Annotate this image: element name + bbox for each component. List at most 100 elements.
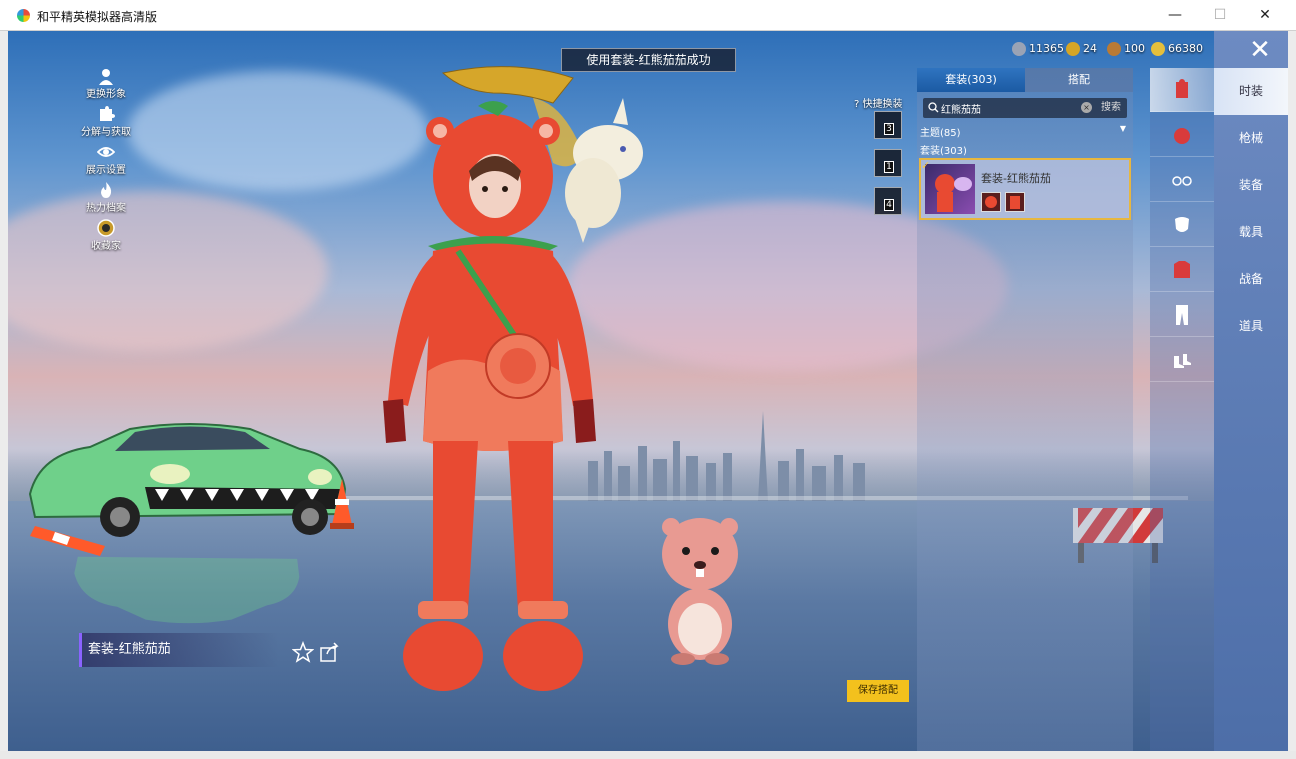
currency-value: 66380 [1168, 42, 1203, 55]
beaver-pet [662, 518, 738, 665]
minimize-button[interactable]: — [1152, 0, 1198, 31]
cloud [8, 191, 328, 351]
menu-label: 分解与获取 [81, 127, 131, 138]
quick-swap-slot[interactable]: 4 [874, 187, 902, 215]
theme-filter-dropdown[interactable]: 主题(85) ▼ [920, 124, 1130, 139]
traffic-cone [330, 479, 354, 529]
close-window-button[interactable]: ✕ [1242, 0, 1288, 31]
search-icon [928, 102, 939, 113]
maximize-icon: ☐ [1213, 7, 1227, 23]
checkmark-icon: ✓ [921, 159, 931, 172]
quick-swap-slot[interactable]: 3 [874, 111, 902, 139]
mask-icon [1175, 217, 1189, 232]
person-icon [99, 69, 113, 85]
currency-gold[interactable]: 66380 [1151, 41, 1203, 57]
chevron-down-icon: ▼ [1119, 124, 1126, 133]
rail-item-hat[interactable] [1150, 113, 1214, 157]
silver-coin-icon [1012, 42, 1026, 56]
app-logo-icon [17, 9, 30, 22]
currency-value: 24 [1083, 42, 1097, 55]
outfit-card[interactable]: ✓ 套装-红熊茄茄 [919, 158, 1131, 220]
rail-item-mask[interactable] [1150, 203, 1214, 247]
rail-item-pants[interactable] [1150, 293, 1214, 337]
set-count-label: 套装(303) [920, 146, 967, 157]
window-right-border [1288, 31, 1296, 751]
help-icon: ? [854, 99, 860, 110]
outfit-panel: 套装(303) 搭配 × 搜索 主题(85) ▼ 套装(303) ✓ 套装-红熊… [917, 68, 1133, 751]
rail-item-outfit-set[interactable] [1150, 68, 1214, 112]
hanger-icon: 4 [884, 199, 894, 211]
hat-icon [985, 196, 997, 208]
menu-decompose[interactable]: 分解与获取 [66, 105, 146, 141]
gold-coin-icon [1151, 42, 1165, 56]
minimize-icon: — [1168, 7, 1182, 23]
rail-item-glasses[interactable] [1150, 158, 1214, 202]
category-tabs: 时装 枪械 装备 载具 战备 道具 [1214, 31, 1288, 751]
close-icon: ✕ [1259, 7, 1271, 23]
bronze-coin-icon [1107, 42, 1121, 56]
outfit-card-title: 套装-红熊茄茄 [981, 172, 1051, 185]
search-button[interactable]: 搜索 [1095, 98, 1127, 118]
hat-icon [1174, 128, 1190, 144]
player-character[interactable] [368, 101, 608, 701]
menu-label: 展示设置 [86, 165, 126, 176]
success-toast: 使用套装-红熊茄茄成功 [561, 48, 736, 72]
clear-icon[interactable]: × [1081, 102, 1092, 113]
item-thumbnail-hat[interactable] [981, 192, 1001, 212]
tab-combat-gear[interactable]: 战备 [1214, 256, 1288, 303]
item-thumbnail-suit[interactable] [1005, 192, 1025, 212]
currency-bronze[interactable]: 100 [1107, 41, 1145, 57]
city-skyline [588, 411, 865, 501]
puzzle-icon [100, 106, 115, 121]
quick-swap-slot[interactable]: 1 [874, 149, 902, 177]
window-title: 和平精英模拟器高清版 [37, 10, 158, 24]
current-outfit-name: 套装-红熊茄茄 [79, 633, 279, 667]
tab-fashion[interactable]: 时装 [1214, 68, 1288, 115]
menu-collector[interactable]: 收藏家 [66, 219, 146, 255]
currency-value: 100 [1124, 42, 1145, 55]
tab-sets[interactable]: 套装(303) [917, 68, 1025, 92]
currency-badge[interactable]: 24 [1066, 41, 1097, 57]
gold-badge-icon [1066, 42, 1080, 56]
eye-icon [97, 147, 115, 157]
shoes-icon [1174, 354, 1191, 368]
quick-swap-label[interactable]: ? 快捷换装 [854, 95, 903, 110]
quick-swap-text: 快捷换装 [862, 99, 903, 110]
pants-icon [1176, 305, 1188, 325]
close-locker-button[interactable]: ✕ [1246, 37, 1274, 65]
window-left-border [0, 31, 8, 751]
currency-silver[interactable]: 11365 [1012, 41, 1064, 57]
window-bottom-border [0, 751, 1296, 759]
outfit-set-icon [1176, 79, 1188, 98]
theme-filter-label: 主题(85) [920, 128, 961, 139]
rail-item-shoes[interactable] [1150, 338, 1214, 382]
traffic-cone-fallen [30, 526, 105, 556]
menu-label: 收藏家 [91, 241, 121, 252]
maximize-button[interactable]: ☐ [1197, 0, 1243, 31]
close-icon: ✕ [1249, 35, 1271, 65]
menu-label: 更换形象 [86, 89, 126, 100]
rail-item-jacket[interactable] [1150, 248, 1214, 292]
window-titlebar: 和平精英模拟器高清版 — ☐ ✕ [0, 0, 1296, 31]
tab-equipment[interactable]: 装备 [1214, 162, 1288, 209]
save-outfit-button[interactable]: 保存搭配 [847, 680, 909, 702]
menu-label: 热力档案 [86, 203, 126, 214]
currency-value: 11365 [1029, 42, 1064, 55]
menu-display-settings[interactable]: 展示设置 [66, 143, 146, 179]
tab-props[interactable]: 道具 [1214, 303, 1288, 350]
menu-change-appearance[interactable]: 更换形象 [66, 67, 146, 103]
menu-heat-profile[interactable]: 热力档案 [66, 181, 146, 217]
share-icon[interactable] [319, 641, 341, 663]
collector-badge-icon [97, 219, 115, 237]
search-bar: × 搜索 [923, 98, 1127, 118]
favorite-star-icon[interactable] [292, 641, 314, 663]
game-viewport[interactable]: 使用套装-红熊茄茄成功 更换形象 分解与获取 展示设置 热力档案 收藏家 113… [8, 31, 1288, 751]
flame-icon [101, 182, 112, 198]
tab-weapons[interactable]: 枪械 [1214, 115, 1288, 162]
tab-match[interactable]: 搭配 [1025, 68, 1133, 92]
hanger-icon: 3 [884, 123, 894, 135]
jacket-icon [1174, 261, 1190, 278]
tab-vehicles[interactable]: 载具 [1214, 209, 1288, 256]
jacket-icon [1010, 196, 1020, 209]
search-input[interactable] [941, 100, 1071, 116]
